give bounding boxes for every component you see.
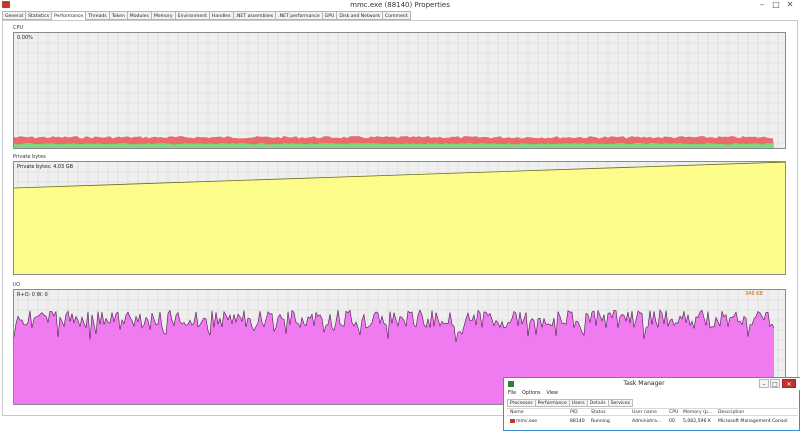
- tm-minimize-button[interactable]: –: [759, 379, 769, 388]
- cpu-graph: 0.00%: [13, 32, 786, 149]
- tab-users[interactable]: Users: [568, 399, 587, 407]
- tab-disk-and-network[interactable]: Disk and Network: [336, 11, 382, 20]
- minimize-button[interactable]: –: [756, 0, 768, 10]
- menu-options[interactable]: Options: [522, 391, 541, 396]
- row-name-cell: mmc.exe: [510, 418, 537, 426]
- col-memory[interactable]: Memory (p...: [683, 409, 715, 416]
- tm-menu-bar: File Options View: [508, 391, 558, 396]
- col-user-name[interactable]: User name: [632, 409, 657, 416]
- tab-net-performance[interactable]: .NET performance: [275, 11, 322, 20]
- tab-performance[interactable]: Performance: [534, 399, 569, 407]
- tab-gpu[interactable]: GPU: [321, 11, 337, 20]
- properties-window: mmc.exe (88140) Properties – □ ✕ General…: [0, 0, 800, 431]
- cpu-value: 0.00%: [17, 35, 33, 41]
- window-title: mmc.exe (88140) Properties: [350, 1, 450, 9]
- tab-general[interactable]: General: [2, 11, 26, 20]
- table-row[interactable]: mmc.exe 88140 Running Administra... 00 5…: [507, 418, 798, 426]
- menu-view[interactable]: View: [547, 391, 558, 396]
- tab-memory[interactable]: Memory: [150, 11, 175, 20]
- row-status: Running: [591, 419, 610, 424]
- col-description[interactable]: Description: [718, 409, 744, 416]
- private-bytes-graph: Private bytes: 4.03 GB: [13, 161, 786, 275]
- mmc-process-icon: [510, 418, 515, 423]
- tab-handles[interactable]: Handles: [208, 11, 233, 20]
- tab-comment[interactable]: Comment: [382, 11, 411, 20]
- row-description: Microsoft Management Consol: [718, 419, 788, 424]
- io-label: I/O: [13, 282, 21, 288]
- tab-services[interactable]: Services: [607, 399, 633, 407]
- tab-modules[interactable]: Modules: [126, 11, 151, 20]
- task-manager-window: Task Manager – □ ✕ File Options View Pro…: [503, 377, 800, 431]
- row-pid: 88140: [570, 419, 585, 424]
- tm-tabs: Processes Performance Users Details Serv…: [507, 399, 633, 407]
- row-user: Administra...: [632, 419, 662, 424]
- maximize-button[interactable]: □: [770, 0, 782, 10]
- tm-table-header: Name PID Status User name CPU Memory (p.…: [507, 408, 798, 416]
- row-name: mmc.exe: [516, 419, 538, 424]
- close-button[interactable]: ✕: [784, 0, 796, 10]
- tm-title-bar[interactable]: Task Manager – □ ✕: [504, 378, 800, 390]
- title-bar[interactable]: mmc.exe (88140) Properties – □ ✕: [0, 0, 800, 10]
- tab-processes[interactable]: Processes: [507, 399, 535, 407]
- tm-maximize-button[interactable]: □: [770, 379, 780, 388]
- col-name[interactable]: Name: [510, 409, 524, 416]
- io-peak-label: 346 KB: [745, 291, 763, 297]
- col-status[interactable]: Status: [591, 409, 606, 416]
- graph-grid: [14, 33, 785, 148]
- tab-environment[interactable]: Environment: [174, 11, 209, 20]
- tm-title: Task Manager: [623, 380, 665, 387]
- tab-threads[interactable]: Threads: [85, 11, 109, 20]
- private-bytes-label: Private bytes: [13, 154, 46, 160]
- tab-net-assemblies[interactable]: .NET assemblies: [232, 11, 276, 20]
- graph-background: [14, 33, 785, 148]
- cpu-label: CPU: [13, 25, 24, 31]
- private-bytes-value: Private bytes: 4.03 GB: [17, 164, 74, 170]
- tab-details[interactable]: Details: [586, 399, 608, 407]
- row-memory: 5,082,596 K: [683, 419, 711, 424]
- col-cpu[interactable]: CPU: [669, 409, 678, 416]
- tab-token[interactable]: Token: [108, 11, 127, 20]
- tab-statistics[interactable]: Statistics: [25, 11, 52, 20]
- row-cpu: 00: [669, 419, 675, 424]
- io-value: R+O: 0 W: 0: [17, 292, 48, 298]
- tm-close-button[interactable]: ✕: [782, 379, 796, 388]
- col-pid[interactable]: PID: [570, 409, 578, 416]
- menu-file[interactable]: File: [508, 391, 516, 396]
